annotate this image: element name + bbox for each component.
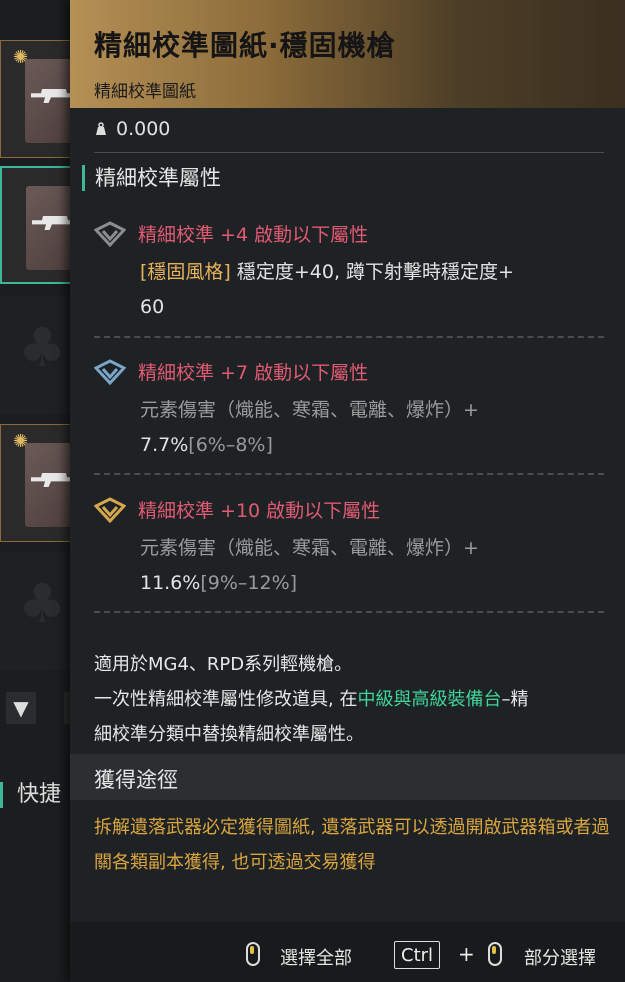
calibration-emblem-blue-icon <box>94 358 126 385</box>
attribute-range: [9%–12%] <box>200 572 298 594</box>
attribute-line: 穩定度+40, 蹲下射擊時穩定度+ <box>230 261 514 283</box>
attribute-description: [穩固風格] 穩定度+40, 蹲下射擊時穩定度+ 60 <box>140 255 604 325</box>
filter-button[interactable]: ▼ <box>6 692 36 724</box>
divider <box>94 152 604 153</box>
attribute-head: 精細校準 +10 啟動以下屬性 <box>94 496 604 523</box>
attribute-line: 元素傷害（熾能、寒霜、電離、爆炸）+ <box>140 537 479 559</box>
mouse-left-click-icon <box>488 942 502 966</box>
attribute-threshold: 精細校準 +10 啟動以下屬性 <box>138 500 381 522</box>
item-title: 精細校準圖紙·穩固機槍 <box>94 29 396 62</box>
quick-slot-label: 快捷 <box>0 782 61 808</box>
attribute-head: 精細校準 +4 啟動以下屬性 <box>94 220 604 247</box>
attribute-value: 7.7% <box>140 434 189 456</box>
usage-line: 一次性精細校準屬性修改道具, 在 <box>94 689 358 710</box>
filter-icon: ▼ <box>13 696 29 720</box>
attribute-threshold: 精細校準 +7 啟動以下屬性 <box>138 362 369 384</box>
weight-value: 0.000 <box>116 118 171 140</box>
calibration-attribute: 精細校準 +4 啟動以下屬性 [穩固風格] 穩定度+40, 蹲下射擊時穩定度+ … <box>94 220 604 325</box>
item-subtitle: 精細校準圖紙 <box>94 82 196 102</box>
weight-icon <box>96 122 106 135</box>
mouse-left-click-icon <box>246 942 260 966</box>
legendary-badge-icon: ✺ <box>13 431 29 452</box>
attribute-head: 精細校準 +7 啟動以下屬性 <box>94 358 604 385</box>
partial-select-action[interactable]: 部分選擇 <box>524 944 596 970</box>
legendary-badge-icon: ✺ <box>13 47 29 68</box>
select-all-action[interactable]: 選擇全部 <box>280 944 352 970</box>
palm-tree-placeholder-icon: ♣ <box>18 316 67 379</box>
workbench-highlight: 中級與高級裝備台 <box>357 689 502 710</box>
item-tooltip: 精細校準圖紙·穩固機槍 精細校準圖紙 0.000 精細校準屬性 精細校準 +4 … <box>70 0 625 982</box>
ctrl-key: Ctrl <box>394 941 441 969</box>
attribute-description: 元素傷害（熾能、寒霜、電離、爆炸）+ 11.6%[9%–12%] <box>140 531 604 601</box>
palm-tree-placeholder-icon: ♣ <box>18 572 67 635</box>
usage-line: 細校準分類中替換精細校準屬性。 <box>94 724 364 745</box>
weight-row: 0.000 <box>94 118 170 140</box>
calibration-attribute: 精細校準 +7 啟動以下屬性 元素傷害（熾能、寒霜、電離、爆炸）+ 7.7%[6… <box>94 358 604 463</box>
calibration-attribute: 精細校準 +10 啟動以下屬性 元素傷害（熾能、寒霜、電離、爆炸）+ 11.6%… <box>94 496 604 601</box>
attribute-value: 11.6% <box>140 572 201 594</box>
tooltip-header: 精細校準圖紙·穩固機槍 精細校準圖紙 <box>70 0 625 108</box>
acquire-description: 拆解遺落武器必定獲得圖紙, 遺落武器可以透過開啟武器箱或者過關各類副本獲得, 也… <box>94 817 610 873</box>
dashed-divider <box>94 611 604 613</box>
usage-description: 適用於MG4、RPD系列輕機槍。 一次性精細校準屬性修改道具, 在中級與高級裝備… <box>94 647 610 752</box>
action-footer: 選擇全部 Ctrl + 部分選擇 <box>70 922 625 982</box>
plus-sign: + <box>458 942 475 966</box>
dashed-divider <box>94 336 604 338</box>
attribute-line: 元素傷害（熾能、寒霜、電離、爆炸）+ <box>140 399 479 421</box>
usage-line: 適用於MG4、RPD系列輕機槍。 <box>94 654 353 675</box>
section-title-calibration: 精細校準屬性 <box>82 165 221 191</box>
attribute-description: 元素傷害（熾能、寒霜、電離、爆炸）+ 7.7%[6%–8%] <box>140 393 604 463</box>
attribute-threshold: 精細校準 +4 啟動以下屬性 <box>138 224 369 246</box>
calibration-emblem-grey-icon <box>94 220 126 247</box>
acquire-title: 獲得途徑 <box>94 768 178 792</box>
style-tag: [穩固風格] <box>140 261 231 283</box>
usage-line: –精 <box>501 689 529 710</box>
dashed-divider <box>94 473 604 475</box>
calibration-emblem-gold-icon <box>94 496 126 523</box>
attribute-value: 60 <box>140 296 165 318</box>
attribute-range: [6%–8%] <box>188 434 273 456</box>
